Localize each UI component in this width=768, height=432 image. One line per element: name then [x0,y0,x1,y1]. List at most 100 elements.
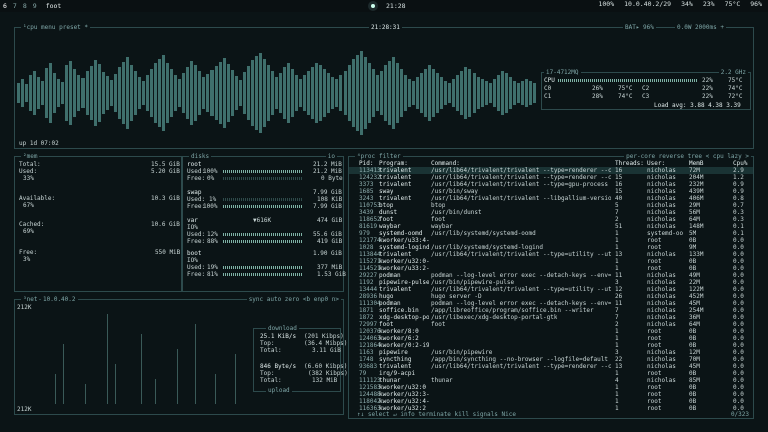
proc-panel-title[interactable]: ⁴proc [355,153,378,160]
process-row[interactable]: 1163 pipewire/usr/bin/pipewire 3 nicholas 12… [349,349,753,356]
process-cell: systemd-logind [379,244,429,251]
col-cpu[interactable]: Cpu% [733,160,747,167]
disk-root-used-pct: 100% [203,168,218,175]
process-row[interactable]: 81619 waybar waybar 51 nicholas 148M 0.1 [349,223,753,230]
process-row[interactable]: 28936 hugo hugo server -D 26 nicholas 452M 0.0 [349,293,753,300]
disk-var-size: 474 GiB [317,217,343,224]
process-row[interactable]: 79 irq/9-acpi 1 root 0B 0.0 [349,370,753,377]
mem-panel-title[interactable]: ²mem [21,153,40,160]
disk-boot-used-label: Used: [187,264,206,271]
col-threads[interactable]: Threads: [615,160,644,167]
col-user[interactable]: User: [647,160,665,167]
process-row[interactable]: 93683 trivalent/usr/lib64/trivalent/triva… [349,363,753,370]
col-mem[interactable]: MemB [689,160,703,167]
cpu-graph-bar [343,71,347,115]
col-pid[interactable]: Pid: [359,160,373,167]
process-cell: systemd-oo [647,230,684,237]
cpu-graph-bar [416,77,420,109]
process-row[interactable]: 115271 kworker/u32:0-i 1 root 0B 0.0 [349,258,753,265]
workspace-9[interactable]: 9 [30,2,40,10]
process-row[interactable]: 124063 kworker/6:2 1 root 0B 0.0 [349,335,753,342]
download-top: (36.4 Mibps) [304,340,348,347]
process-row[interactable]: 111123 thunar thunar 4 nicholas 85M 0.0 [349,377,753,384]
net-controls[interactable]: sync auto zero <b enp0 n> [246,296,341,303]
process-row[interactable]: 121774 kworker/u33:4-i 1 root 0B 0.0 [349,237,753,244]
col-command[interactable]: Command: [431,160,460,167]
cpu-graph-bar [468,69,472,117]
cpu-graph-bar [137,77,141,109]
workspace-8[interactable]: 8 [20,2,30,10]
process-row[interactable]: 114521 kworker/u33:2-i 1 root 0B 0.0 [349,265,753,272]
idle-inhibitor-icon[interactable] [368,1,378,11]
temperature-status[interactable]: 75°C [725,1,741,8]
process-row[interactable]: 118042 kworker/u32:4-b 1 root 0B 0.0 [349,398,753,405]
proc-footer-keys[interactable]: ↑↓ select ↵ info terminate kill signals … [357,411,516,418]
process-row[interactable]: 29227 podman podman --log-level error exec… [349,272,753,279]
cpu-panel-title[interactable]: ¹cpu menu preset * [21,24,91,31]
process-row[interactable]: 13444 trivalent/usr/lib64/trivalent/triva… [349,286,753,293]
network-status[interactable]: 10.0.40.2/29 [624,1,671,8]
process-cell: 1028 [359,244,374,251]
process-cell: 3439 [359,209,374,216]
process-cell: /usr/libexec/xdg-desktop-portal-gtk [431,314,558,321]
process-row[interactable]: 3373 trivalent/usr/lib64/trivalent/trival… [349,181,753,188]
cpu-graph-bar [528,81,532,105]
process-cell: 1748 [359,356,374,363]
cpu-graph-bar [234,76,238,110]
clock[interactable]: 21:28 [386,2,406,10]
net-graph-bar [195,324,196,404]
process-row[interactable]: 113844 trivalent/usr/lib64/trivalent/triv… [349,251,753,258]
process-row[interactable]: 1192 pipewire-pulse/usr/bin/pipewire-puls… [349,279,753,286]
process-row[interactable]: 124488 kworker/u32:3-k 1 root 0B 0.0 [349,391,753,398]
process-row[interactable]: 3439 dunst/usr/bin/dunst 7 nicholas 56M 0.3 [349,209,753,216]
volume-status[interactable]: 34% [681,1,693,8]
net-graph-bar [155,379,156,404]
battery-status[interactable]: 100% [598,1,614,8]
proc-filter[interactable]: filter [377,153,403,160]
cpu-graph-bar [141,81,145,105]
process-row[interactable]: 1748 syncthing/app/bin/syncthing --no-bro… [349,356,753,363]
process-row[interactable]: 1872 xdg-desktop-por/usr/libexec/xdg-desk… [349,314,753,321]
process-cell: 0.0 [733,307,744,314]
disk-boot-used-value: 377 MiB [317,264,343,271]
process-row[interactable]: 118652 foot foot 2 nicholas 64M 0.3 [349,216,753,223]
process-row[interactable]: 72997 foot foot 2 nicholas 64M 0.0 [349,321,753,328]
process-row[interactable]: 1871 soffice.bin/app/libreoffice/program/… [349,307,753,314]
process-cell: 0B [689,398,697,405]
process-cell: nicholas [647,209,676,216]
process-row[interactable]: 1028 systemd-logind/usr/lib/systemd/syste… [349,244,753,251]
cpu-graph-bar [129,65,133,121]
process-cell: 1 [615,398,619,405]
cpu-graph-bar [238,80,242,106]
cpu-status[interactable]: 23% [703,1,715,8]
proc-options[interactable]: per-core reverse tree < cpu lazy > [624,153,751,160]
process-cell: 1192 [359,279,374,286]
process-cell: root [647,265,662,272]
process-row[interactable]: 121864kworker/0:2-i915 1 root 0B 0.0 [349,342,753,349]
process-row[interactable]: 121583 kworker/u32:0 1 root 0B 0.0 [349,384,753,391]
process-cell: 0.0 [733,314,744,321]
workspace-6[interactable]: 6 [0,2,10,10]
disk-root-size: 21.2 MiB [313,161,342,168]
workspace-7[interactable]: 7 [10,2,20,10]
process-row[interactable]: 111304 podman podman --log-level error exe… [349,300,753,307]
disks-io-toggle[interactable]: io [325,153,337,160]
process-cell: 0.0 [733,300,744,307]
process-row[interactable]: 113413 trivalent/usr/lib64/trivalent/triv… [349,167,753,174]
process-row[interactable]: 1685 sway/usr/bin/sway 15 nicholas 439M 0.9 [349,188,753,195]
process-row[interactable]: 3243 trivalent/usr/lib64/trivalent/trival… [349,195,753,202]
net-panel-title[interactable]: ³net [21,296,40,303]
col-program[interactable]: Program: [379,160,408,167]
process-cell: 22M [689,279,700,286]
cpu-graph-bar [166,63,170,123]
process-row[interactable]: 979 systemd-oomd/usr/lib/systemd/systemd-… [349,230,753,237]
brightness-status[interactable]: 96% [750,1,762,8]
process-row[interactable]: 110753 btop btop 5 nicholas 29M 0.7 [349,202,753,209]
cpu-graph-bar [25,84,29,102]
cpu-graph-bar [452,79,456,107]
process-row[interactable]: 124232 trivalent/usr/lib64/trivalent/triv… [349,174,753,181]
cpu-clock: 21:28:31 [369,24,402,31]
update-interval[interactable]: 0.0W 2000ms + [675,24,726,31]
core-c0-pct: 26% [592,85,603,92]
process-row[interactable]: 120376 kworker/8:0 1 root 0B 0.0 [349,328,753,335]
